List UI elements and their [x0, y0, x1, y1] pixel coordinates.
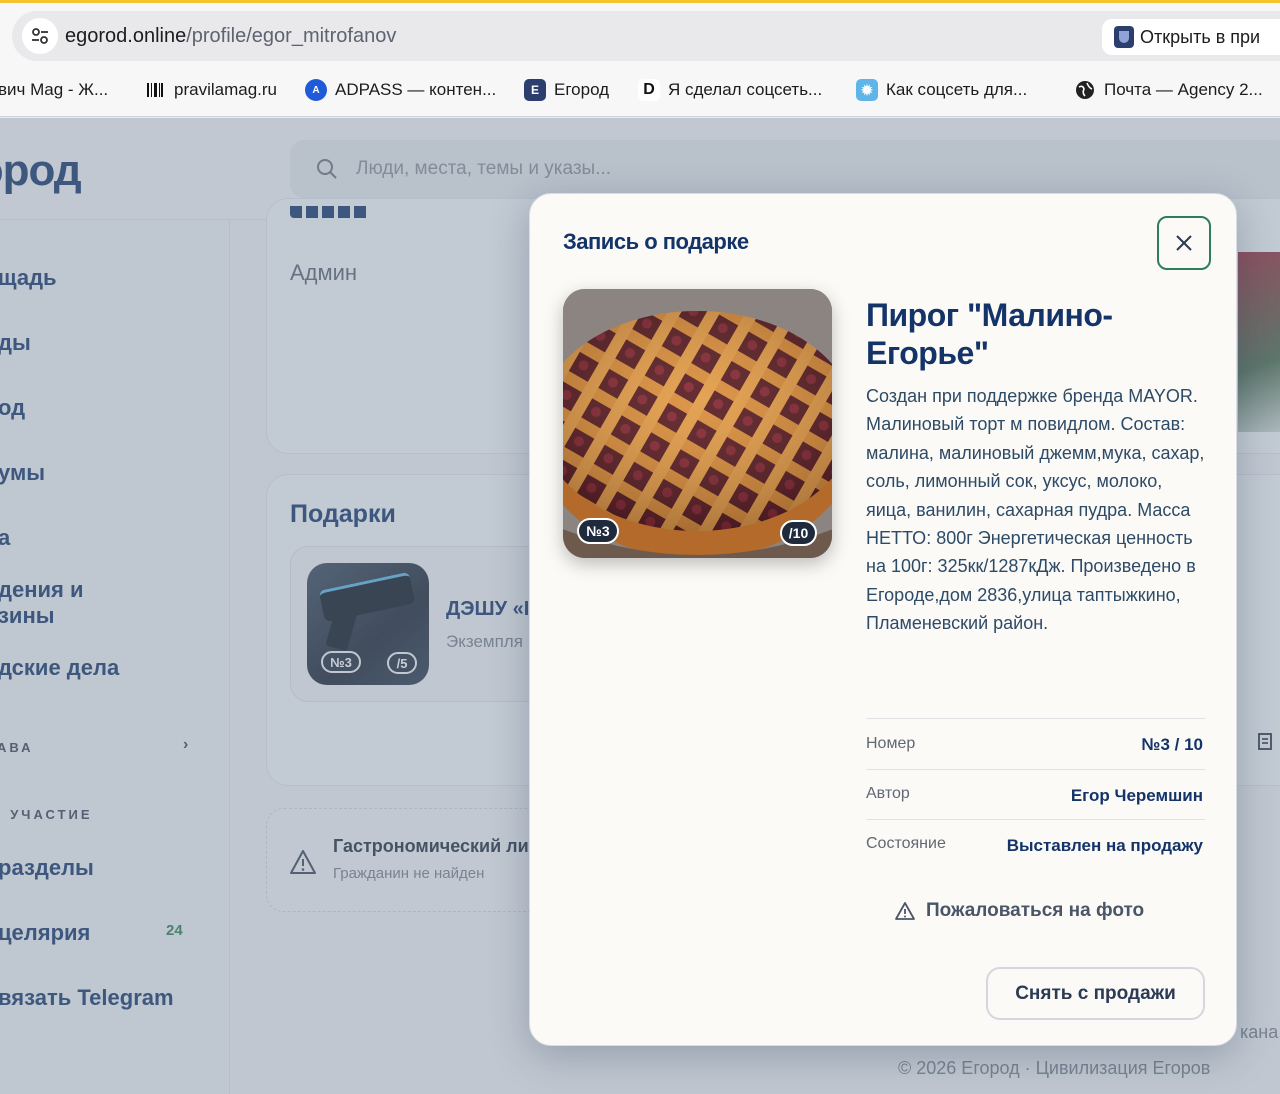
modal-title: Запись о подарке [563, 229, 749, 254]
url-host: egorod.online [65, 25, 187, 47]
url-text[interactable]: egorod.online/profile/egor_mitrofanov [65, 25, 396, 48]
detail-number-value: №3 / 10 [1141, 735, 1203, 754]
address-bar[interactable]: egorod.online/profile/egor_mitrofanov [12, 11, 1280, 61]
gift-description: Создан при поддержке бренда MAYOR. Малин… [866, 386, 1205, 634]
site-settings-icon[interactable] [22, 18, 58, 54]
open-in-app-label: Открыть в при [1140, 26, 1261, 47]
bookmark-label: Как соцсеть для... [886, 80, 1028, 99]
bookmark-pravilamag[interactable]: pravilamag.ru [144, 75, 277, 105]
detail-author-label: Автор [866, 785, 910, 802]
image-total-badge: /10 [780, 520, 817, 546]
bookmark-mail[interactable]: Почта — Agency 2... [1074, 75, 1263, 105]
bookmark-egorod[interactable]: E Егород [524, 75, 609, 105]
bookmark-label: Почта — Agency 2... [1104, 80, 1263, 99]
egorod-shield-icon [1114, 26, 1134, 48]
close-icon [1176, 235, 1192, 251]
detail-status-label: Состояние [866, 835, 946, 852]
image-number-badge: №3 [577, 518, 619, 544]
adpass-icon: A [305, 79, 327, 101]
barcode-icon [144, 79, 166, 101]
bookmark-social[interactable]: D Я сделал соцсеть... [638, 75, 822, 105]
browser-chrome: egorod.online/profile/egor_mitrofanov От… [0, 3, 1280, 117]
gift-record-modal: Запись о подарке №3 /10 Пирог "Малино-Ег… [529, 193, 1237, 1046]
bookmark-how-social[interactable]: ✹ Как соцсеть для... [856, 75, 1027, 105]
gift-title: Пирог "Малино-Егорье" [866, 297, 1113, 371]
bookmark-label: вич Mag - Ж... [0, 80, 109, 99]
open-in-app-button[interactable]: Открыть в при [1102, 19, 1280, 55]
remove-from-sale-button[interactable]: Снять с продажи [986, 967, 1205, 1020]
bookmark-mag[interactable]: вич Mag - Ж... [0, 75, 108, 105]
bookmarks-bar: вич Mag - Ж... pravilamag.ru A ADPASS — … [0, 75, 1280, 105]
bookmark-label: Я сделал соцсеть... [668, 80, 823, 99]
report-photo-button[interactable]: Пожаловаться на фото [894, 900, 1144, 922]
report-photo-label: Пожаловаться на фото [926, 900, 1145, 921]
egorod-shield-icon: E [524, 79, 546, 101]
close-button[interactable] [1157, 216, 1211, 270]
warning-icon [895, 902, 915, 920]
detail-author-value[interactable]: Егор Черемшин [1071, 786, 1203, 806]
divider [866, 769, 1205, 770]
url-path: /profile/egor_mitrofanov [186, 25, 397, 47]
bookmark-label: pravilamag.ru [174, 80, 277, 99]
d-logo-icon: D [638, 79, 660, 101]
divider [866, 819, 1205, 820]
gift-image[interactable]: №3 /10 [563, 289, 832, 558]
detail-status-value: Выставлен на продажу [1006, 836, 1203, 855]
bookmark-adpass[interactable]: A ADPASS — контен... [305, 75, 496, 105]
bookmark-label: Егород [554, 80, 610, 99]
detail-number-label: Номер [866, 735, 916, 752]
gear-badge-icon: ✹ [856, 79, 878, 101]
bookmark-label: ADPASS — контен... [335, 80, 497, 99]
globe-icon [1074, 79, 1096, 101]
divider [866, 718, 1205, 719]
